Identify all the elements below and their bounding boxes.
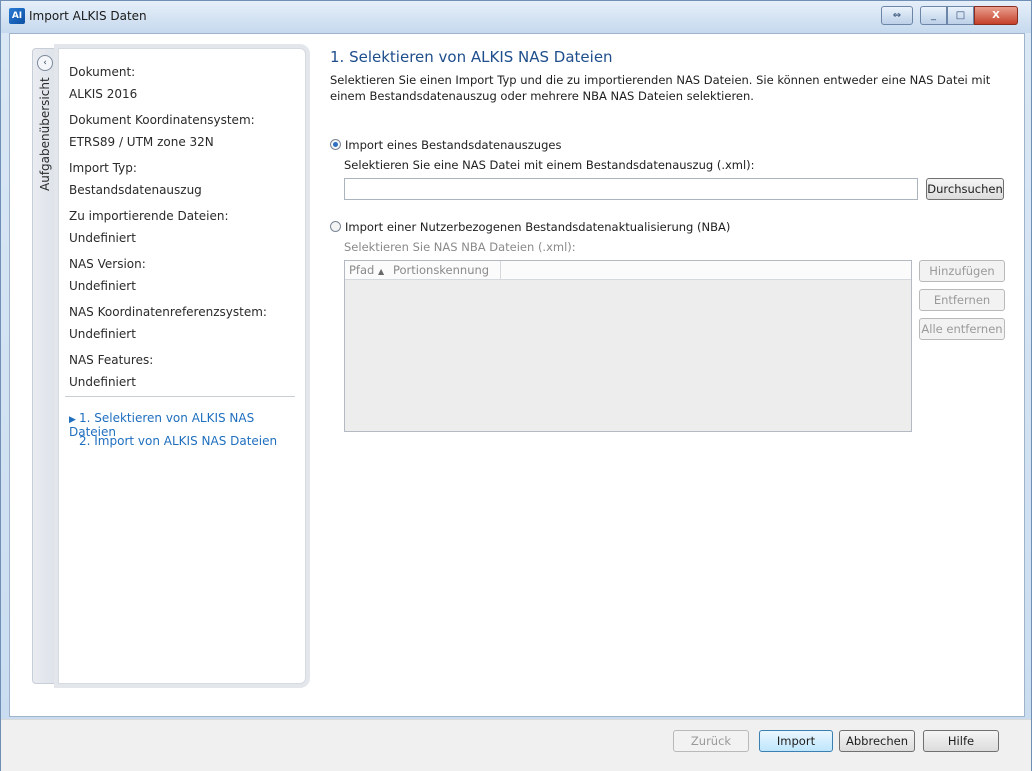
- import-button[interactable]: Import: [759, 730, 833, 752]
- maximize-button[interactable]: □: [947, 6, 974, 25]
- remove-all-files-button[interactable]: Alle entfernen: [919, 318, 1005, 340]
- column-header-portionskennung[interactable]: Portionskennung: [393, 263, 489, 277]
- back-button[interactable]: Zurück: [673, 730, 749, 752]
- add-file-button[interactable]: Hinzufügen: [919, 260, 1005, 282]
- divider: [65, 396, 295, 397]
- alkis-app-icon: AI: [9, 8, 25, 24]
- nas-file-path-input[interactable]: [344, 178, 918, 200]
- page-description: Selektieren Sie einen Import Typ und die…: [330, 73, 991, 103]
- file-select-label: Selektieren Sie eine NAS Datei mit einem…: [344, 158, 755, 172]
- minimize-button[interactable]: _: [920, 6, 947, 25]
- summary-value: Undefiniert: [69, 375, 136, 389]
- summary-value: Undefiniert: [69, 327, 136, 341]
- summary-label: Zu importierende Dateien:: [69, 209, 229, 223]
- summary-label: Dokument Koordinatensystem:: [69, 113, 255, 127]
- summary-value: ALKIS 2016: [69, 87, 138, 101]
- column-separator[interactable]: [500, 261, 501, 279]
- radio-label: Import eines Bestandsdatenauszuges: [345, 138, 562, 152]
- summary-value: ETRS89 / UTM zone 32N: [69, 135, 214, 149]
- sort-ascending-icon: ▲: [378, 267, 385, 276]
- summary-label: NAS Features:: [69, 353, 154, 367]
- task-overview-tab[interactable]: ‹ Aufgabenübersicht: [32, 48, 58, 684]
- collapse-icon[interactable]: ‹: [37, 55, 53, 71]
- page-title: 1. Selektieren von ALKIS NAS Dateien: [330, 48, 613, 66]
- summary-value: Undefiniert: [69, 231, 136, 245]
- close-button[interactable]: X: [974, 6, 1018, 25]
- summary-value: Bestandsdatenauszug: [69, 183, 202, 197]
- remove-file-button[interactable]: Entfernen: [919, 289, 1005, 311]
- summary-label: NAS Koordinatenreferenzsystem:: [69, 305, 267, 319]
- radio-selected-icon[interactable]: [330, 139, 341, 150]
- browse-button[interactable]: Durchsuchen: [926, 178, 1004, 200]
- dialog-content: ‹ Aufgabenübersicht Dokument: ALKIS 2016…: [9, 33, 1025, 717]
- grid-header: Pfad ▲ Portionskennung: [345, 261, 911, 280]
- radio-unselected-icon[interactable]: [330, 221, 341, 232]
- import-dialog-window: AI Import ALKIS Daten ⇔ _ □ X ‹ Aufgaben…: [0, 0, 1032, 771]
- task-overview-panel: Dokument: ALKIS 2016 Dokument Koordinate…: [58, 48, 306, 684]
- column-header-pfad[interactable]: Pfad ▲: [349, 263, 384, 277]
- task-overview-label: Aufgabenübersicht: [38, 77, 52, 191]
- step-label: 2. Import von ALKIS NAS Dateien: [79, 434, 278, 448]
- summary-label: Import Typ:: [69, 161, 137, 175]
- title-bar: AI Import ALKIS Daten ⇔ _ □ X: [1, 1, 1031, 33]
- current-step-arrow-icon: ▶: [69, 415, 76, 425]
- nba-files-grid[interactable]: Pfad ▲ Portionskennung: [344, 260, 912, 432]
- radio-label: Import einer Nutzerbezogenen Bestandsdat…: [345, 220, 731, 234]
- step-link-import-files[interactable]: 2. Import von ALKIS NAS Dateien: [69, 434, 277, 448]
- window-title: Import ALKIS Daten: [29, 9, 147, 23]
- summary-label: Dokument:: [69, 65, 136, 79]
- summary-label: NAS Version:: [69, 257, 146, 271]
- radio-bestandsdatenauszug[interactable]: Import eines Bestandsdatenauszuges: [330, 138, 561, 152]
- nba-files-label: Selektieren Sie NAS NBA Dateien (.xml):: [344, 240, 576, 254]
- radio-nba[interactable]: Import einer Nutzerbezogenen Bestandsdat…: [330, 220, 730, 234]
- summary-value: Undefiniert: [69, 279, 136, 293]
- dialog-footer: Zurück Import Abbrechen Hilfe: [1, 719, 1031, 771]
- help-button[interactable]: Hilfe: [923, 730, 999, 752]
- restore-window-button[interactable]: ⇔: [881, 6, 913, 25]
- cancel-button[interactable]: Abbrechen: [839, 730, 915, 752]
